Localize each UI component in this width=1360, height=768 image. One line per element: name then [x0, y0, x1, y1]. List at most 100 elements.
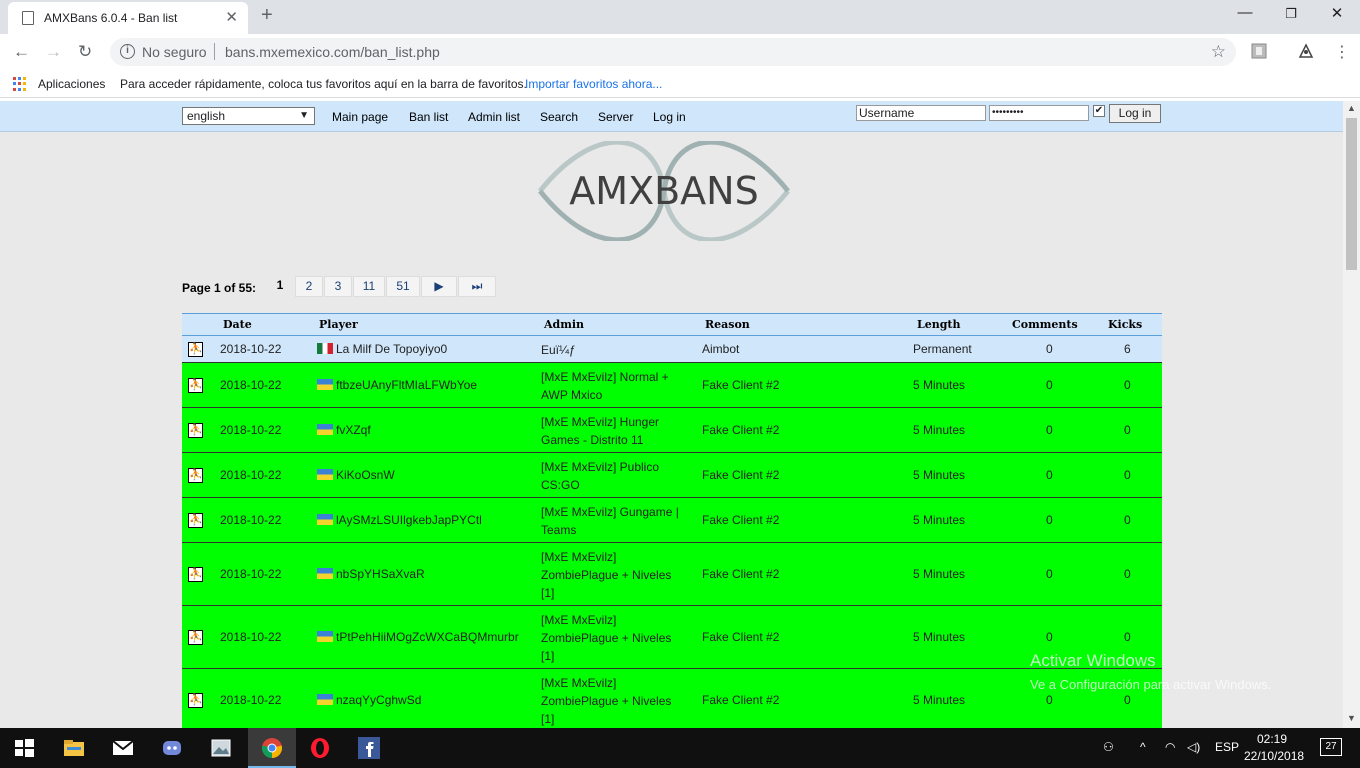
network-icon[interactable]: ◠ — [1165, 740, 1175, 754]
show-hidden-icons[interactable]: ^ — [1140, 740, 1146, 754]
scrollbar[interactable]: ▲ ▼ — [1343, 101, 1360, 728]
admin-line: [1] — [541, 585, 555, 600]
language-select[interactable]: english ▼ — [182, 107, 315, 125]
cell-player: KiKoOsnW — [336, 467, 395, 482]
maximize-icon[interactable]: ❐ — [1268, 6, 1314, 22]
admin-line: [1] — [541, 711, 555, 726]
scroll-thumb[interactable] — [1346, 118, 1357, 270]
nav-search[interactable]: Search — [540, 110, 578, 124]
page-link[interactable]: 11 — [353, 276, 385, 297]
table-row[interactable]: ⛹ 2018-10-22 tPtPehHiiMOgZcWXCaBQMmurbr [Mx… — [182, 606, 1162, 669]
language-value: english — [187, 109, 226, 123]
menu-dots-icon[interactable]: ⋮ — [1334, 42, 1350, 62]
opera-icon[interactable] — [308, 736, 332, 760]
table-row[interactable]: ⛹ 2018-10-22 KiKoOsnW [MxE MxEvilz] Publico… — [182, 453, 1162, 498]
tab-active[interactable]: AMXBans 6.0.4 - Ban list ✕ — [8, 2, 248, 34]
minimize-icon[interactable]: — — [1222, 4, 1268, 21]
cell-length: 5 Minutes — [913, 467, 966, 482]
cell-date: 2018-10-22 — [220, 377, 282, 392]
info-icon[interactable]: i — [120, 44, 135, 59]
cell-comments: 0 — [1046, 377, 1053, 392]
nav-server[interactable]: Server — [598, 110, 633, 124]
game-icon: ⛹ — [188, 422, 203, 438]
page-link[interactable]: 3 — [324, 276, 352, 297]
country-flag-icon — [317, 423, 333, 435]
table-row[interactable]: ⛹ 2018-10-22 fvXZqf [MxE MxEvilz] Hunger Gam… — [182, 408, 1162, 453]
input-language[interactable]: ESP — [1215, 740, 1239, 754]
file-explorer-icon[interactable] — [62, 736, 86, 760]
cell-date: 2018-10-22 — [220, 692, 282, 707]
extension-icon[interactable] — [1251, 43, 1267, 59]
new-tab-icon[interactable]: + — [261, 4, 273, 27]
cell-player: La Milf De Topoyiyo0 — [336, 341, 448, 356]
password-input[interactable]: ••••••••• — [989, 105, 1089, 121]
logo-text: AMXBANS — [569, 169, 758, 213]
mail-icon[interactable] — [111, 736, 135, 760]
username-input[interactable]: Username — [856, 105, 986, 121]
table-row[interactable]: ⛹ 2018-10-22 nbSpYHSaXvaR [MxE MxEvilz] Zomb… — [182, 543, 1162, 606]
chrome-icon[interactable] — [260, 736, 284, 760]
cell-comments: 0 — [1046, 422, 1053, 437]
next-page-icon[interactable]: ▶ — [421, 276, 457, 297]
login-button[interactable]: Log in — [1109, 104, 1161, 123]
cell-reason: Aimbot — [702, 341, 740, 356]
import-bookmarks-link[interactable]: Importar favoritos ahora... — [525, 77, 662, 91]
table-row[interactable]: ⛹ 2018-10-22 lAySMzLSUIlgkebJapPYCtl [MxE M… — [182, 498, 1162, 543]
cell-kicks: 0 — [1124, 467, 1131, 482]
page-link[interactable]: 2 — [295, 276, 323, 297]
close-tab-icon[interactable]: ✕ — [225, 8, 238, 26]
close-window-icon[interactable]: ✕ — [1314, 4, 1360, 22]
forward-icon[interactable]: → — [45, 42, 62, 62]
table-row[interactable]: ⛹ 2018-10-22 nzaqYyCghwSd [MxE MxEvilz] Zomb… — [182, 669, 1162, 728]
nav-main-page[interactable]: Main page — [332, 110, 388, 124]
table-row[interactable]: ⛹ 2018-10-22 La Milf De Topoyiyo0 Euï¼ƒ Aimb… — [182, 336, 1162, 363]
apps-link[interactable]: Aplicaciones — [38, 77, 105, 91]
nav-admin-list[interactable]: Admin list — [468, 110, 520, 124]
cell-length: 5 Minutes — [913, 692, 966, 707]
notification-center-icon[interactable]: 27 — [1320, 738, 1342, 756]
url-text[interactable]: bans.mxemexico.com/ban_list.php — [225, 44, 440, 60]
dropdown-arrow-icon: ▼ — [299, 110, 309, 121]
cell-admin: [MxE MxEvilz] ZombiePlague + Niveles [1] — [541, 611, 691, 665]
volume-icon[interactable]: ◁) — [1187, 740, 1200, 754]
remember-checkbox[interactable]: ✔ — [1093, 105, 1105, 117]
cell-kicks: 0 — [1124, 629, 1131, 644]
nav-ban-list[interactable]: Ban list — [409, 110, 448, 124]
photos-icon[interactable] — [209, 736, 233, 760]
col-kicks: Kicks — [1108, 318, 1143, 331]
game-icon: ⛹ — [188, 341, 203, 357]
last-page-icon[interactable]: ⏭ — [458, 276, 496, 297]
windows-start-icon[interactable] — [12, 736, 36, 760]
country-flag-icon — [317, 468, 333, 480]
admin-line: Teams — [541, 522, 577, 537]
back-icon[interactable]: ← — [13, 42, 30, 62]
scroll-up-icon[interactable]: ▲ — [1347, 103, 1356, 113]
cell-player: nzaqYyCghwSd — [336, 692, 422, 707]
people-icon[interactable]: ⚇ — [1103, 740, 1114, 754]
col-date: Date — [223, 318, 252, 331]
cell-date: 2018-10-22 — [220, 566, 282, 581]
facebook-icon[interactable] — [357, 736, 381, 760]
admin-line: ZombiePlague + Niveles — [541, 630, 672, 645]
admin-line: [MxE MxEvilz] — [541, 612, 617, 627]
table-row[interactable]: ⛹ 2018-10-22 ftbzeUAnyFltMIaLFWbYoe [MxE Mx… — [182, 363, 1162, 408]
cell-reason: Fake Client #2 — [702, 422, 780, 437]
cell-comments: 0 — [1046, 566, 1053, 581]
star-icon[interactable]: ☆ — [1211, 42, 1226, 62]
page-link[interactable]: 51 — [386, 276, 420, 297]
apps-icon[interactable] — [13, 77, 27, 91]
scroll-down-icon[interactable]: ▼ — [1347, 713, 1356, 723]
discord-icon[interactable] — [160, 736, 184, 760]
nav-log-in[interactable]: Log in — [653, 110, 686, 124]
profile-icon[interactable] — [1298, 43, 1314, 59]
address-bar[interactable]: i No seguro bans.mxemexico.com/ban_list.… — [110, 38, 1236, 66]
clock-date[interactable]: 22/10/2018 — [1244, 749, 1304, 763]
clock-time[interactable]: 02:19 — [1257, 732, 1287, 746]
cell-reason: Fake Client #2 — [702, 467, 780, 482]
amxbans-logo: AMXBANS — [538, 141, 790, 241]
ban-table: Date Player Admin Reason Length Comments… — [182, 313, 1162, 728]
admin-line: [MxE MxEvilz] Normal + — [541, 369, 669, 384]
reload-icon[interactable]: ↻ — [78, 42, 92, 62]
col-player: Player — [319, 318, 358, 331]
cell-comments: 0 — [1046, 512, 1053, 527]
